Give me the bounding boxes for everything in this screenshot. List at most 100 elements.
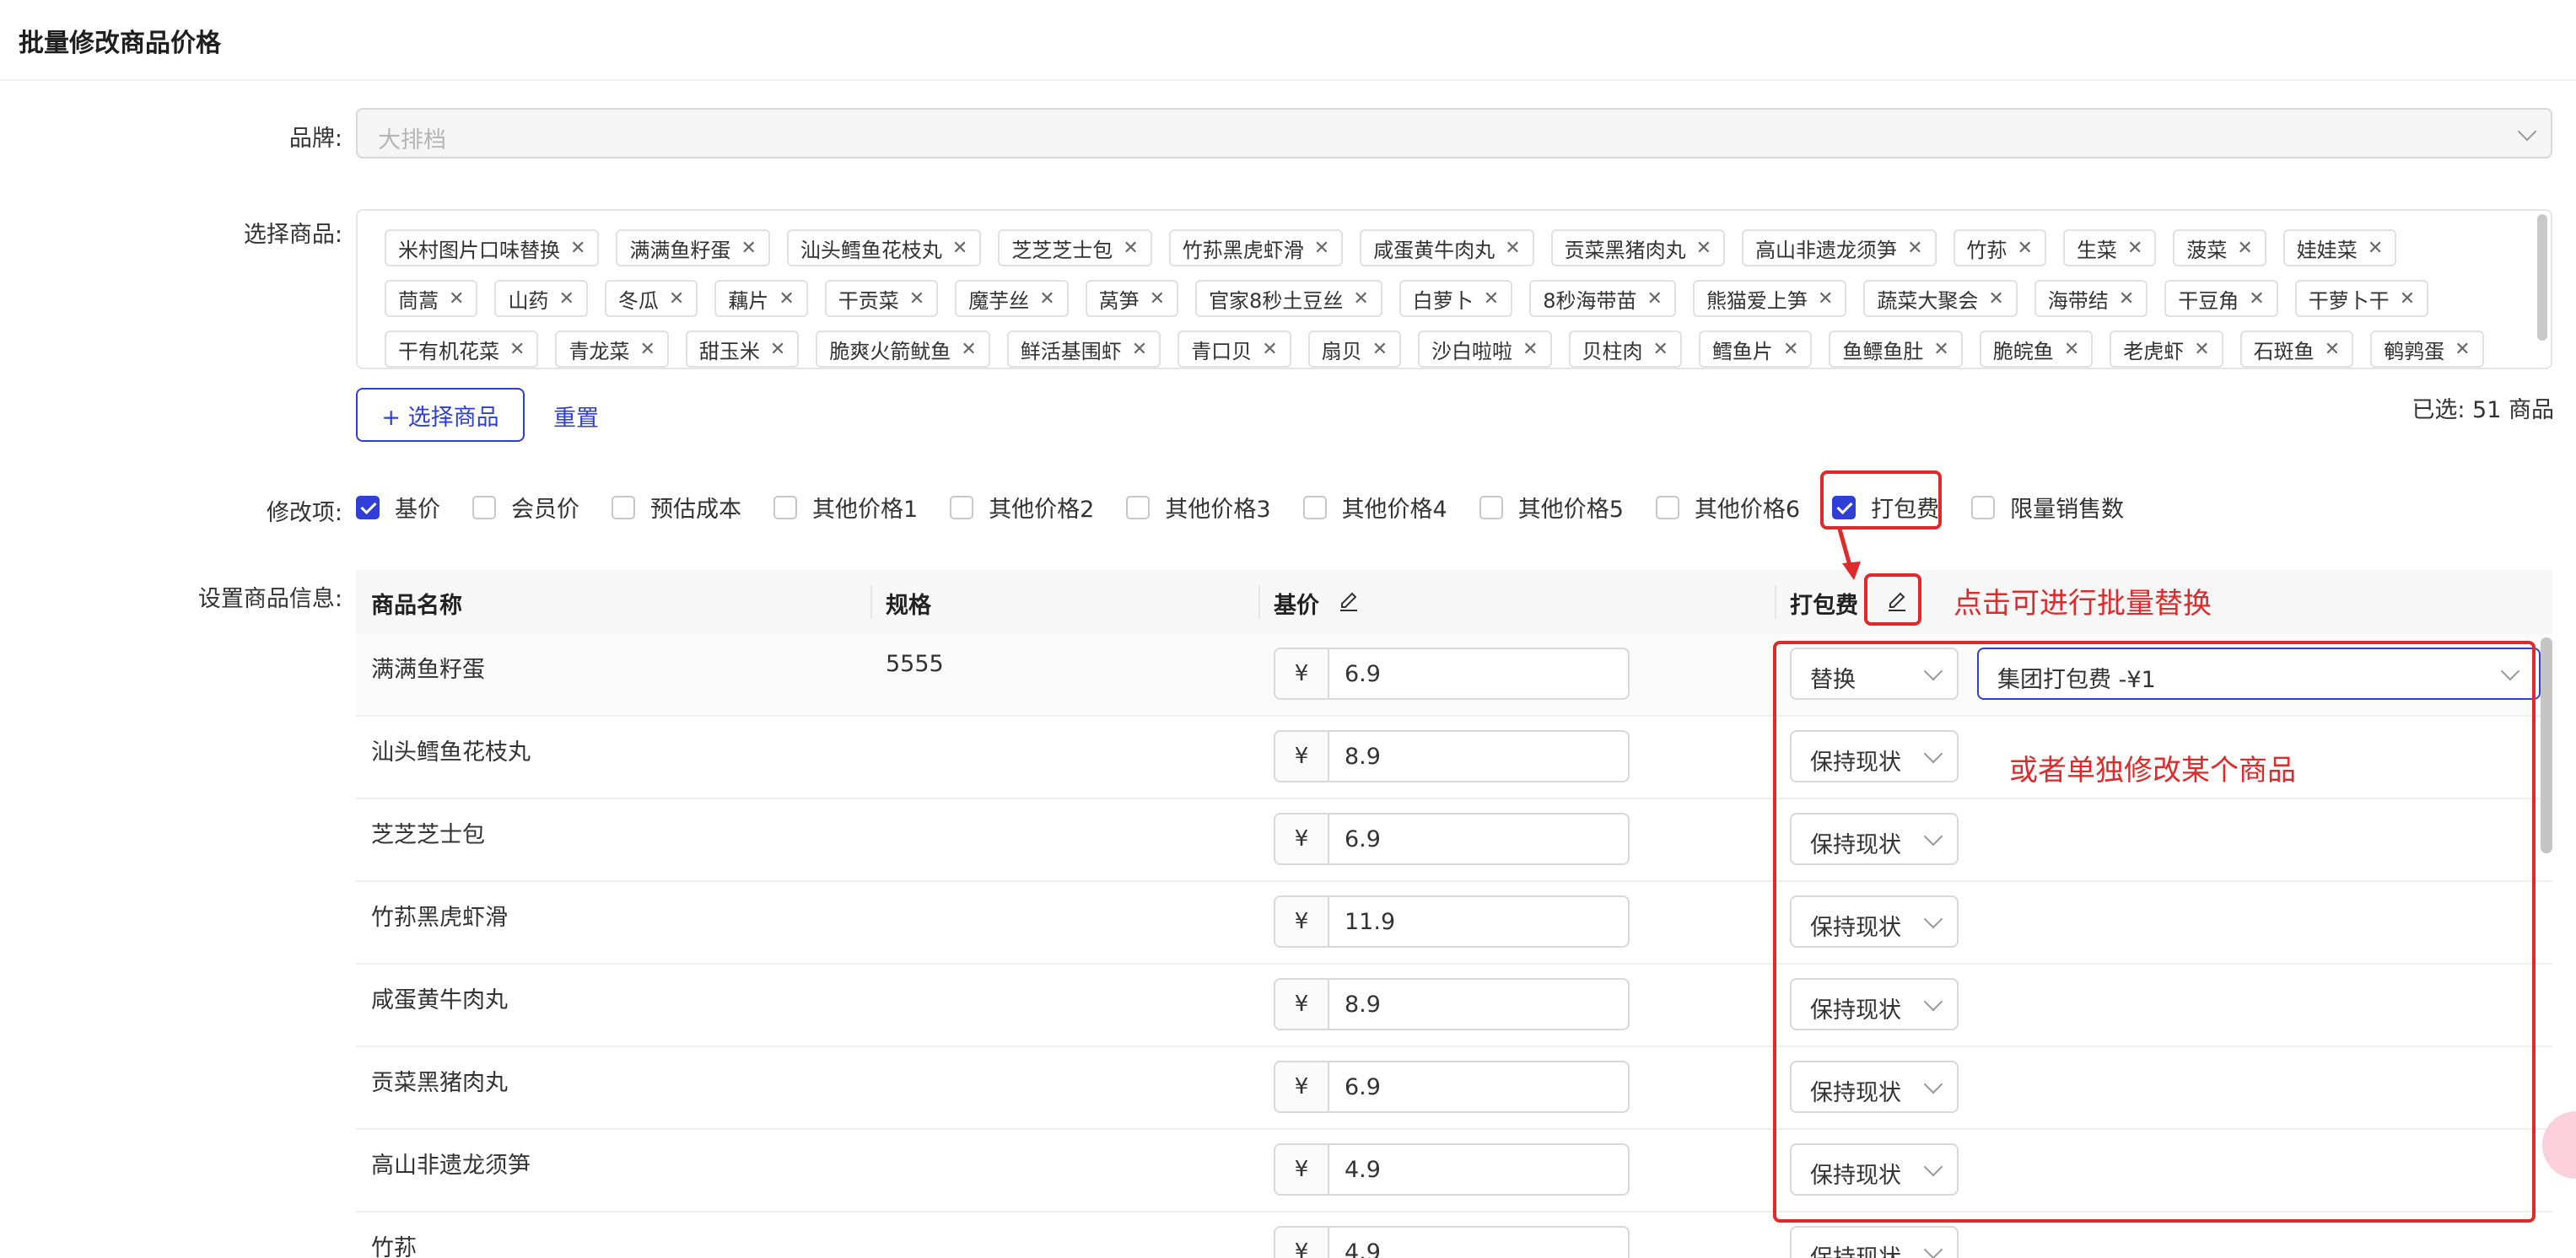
modify-option[interactable]: 基价 (356, 491, 440, 524)
close-icon[interactable]: ✕ (1372, 339, 1388, 360)
edit-price-icon[interactable] (1336, 589, 1361, 614)
checkbox-icon[interactable] (1479, 495, 1503, 519)
product-tags: 米村图片口味替换 ✕ 满满鱼籽蛋 ✕ 汕头鳕鱼花枝丸 ✕ 芝芝芝士包 ✕ 竹荪黑虎虾滑 ✕ 咸蛋黄牛… (385, 229, 2510, 368)
product-name: 满满鱼籽蛋 (371, 657, 485, 683)
close-icon[interactable]: ✕ (1123, 238, 1138, 259)
product-name: 芝芝芝士包 (371, 822, 485, 848)
product-tag: 海带结 ✕ (2034, 280, 2148, 317)
product-tag: 干贡菜 ✕ (824, 280, 939, 317)
modify-option[interactable]: 限量销售数 (1971, 491, 2124, 524)
price-input[interactable]: ¥6.9 (1274, 1061, 1630, 1113)
product-tag: 娃娃菜 ✕ (2282, 229, 2397, 266)
price-input[interactable]: ¥6.9 (1274, 648, 1630, 700)
close-icon[interactable]: ✕ (1314, 238, 1329, 259)
close-icon[interactable]: ✕ (2064, 339, 2079, 360)
product-tag-label: 竹荪 (1966, 238, 2007, 262)
product-tag-label: 山药 (508, 288, 549, 313)
modify-option[interactable]: 会员价 (472, 491, 579, 524)
close-icon[interactable]: ✕ (2119, 288, 2134, 309)
close-icon[interactable]: ✕ (1505, 238, 1520, 259)
close-icon[interactable]: ✕ (1783, 339, 1798, 360)
close-icon[interactable]: ✕ (1653, 339, 1668, 360)
close-icon[interactable]: ✕ (1522, 339, 1538, 360)
checkbox-checked-icon[interactable] (356, 495, 380, 519)
close-icon[interactable]: ✕ (961, 339, 976, 360)
close-icon[interactable]: ✕ (1132, 339, 1147, 360)
close-icon[interactable]: ✕ (1150, 288, 1165, 309)
close-icon[interactable]: ✕ (2325, 339, 2340, 360)
close-icon[interactable]: ✕ (1262, 339, 1277, 360)
close-icon[interactable]: ✕ (1933, 339, 1948, 360)
price-input[interactable]: ¥8.9 (1274, 730, 1630, 782)
price-input[interactable]: ¥8.9 (1274, 978, 1630, 1030)
modify-option[interactable]: 其他价格5 (1479, 491, 1624, 524)
close-icon[interactable]: ✕ (449, 288, 464, 309)
close-icon[interactable]: ✕ (1484, 288, 1499, 309)
close-icon[interactable]: ✕ (2127, 238, 2142, 259)
close-icon[interactable]: ✕ (779, 288, 794, 309)
table-header: 商品名称 规格 基价 打包费 (356, 570, 2552, 634)
product-tag-area[interactable]: 米村图片口味替换 ✕ 满满鱼籽蛋 ✕ 汕头鳕鱼花枝丸 ✕ 芝芝芝士包 ✕ 竹荪黑虎虾滑 ✕ 咸蛋黄牛… (356, 209, 2552, 369)
close-icon[interactable]: ✕ (909, 288, 924, 309)
checkbox-icon[interactable] (1126, 495, 1151, 519)
close-icon[interactable]: ✕ (952, 238, 967, 259)
close-icon[interactable]: ✕ (509, 339, 525, 360)
close-icon[interactable]: ✕ (1818, 288, 1833, 309)
close-icon[interactable]: ✕ (669, 288, 684, 309)
close-icon[interactable]: ✕ (2455, 339, 2470, 360)
close-icon[interactable]: ✕ (1907, 238, 1922, 259)
product-tag: 咸蛋黄牛肉丸 ✕ (1360, 229, 1534, 266)
close-icon[interactable]: ✕ (1353, 288, 1368, 309)
checkbox-icon[interactable] (1302, 495, 1327, 519)
price-input[interactable]: ¥6.9 (1274, 813, 1630, 865)
close-icon[interactable]: ✕ (770, 339, 785, 360)
close-icon[interactable]: ✕ (570, 238, 585, 259)
close-icon[interactable]: ✕ (2018, 238, 2033, 259)
price-input[interactable]: ¥4.9 (1274, 1143, 1630, 1196)
close-icon[interactable]: ✕ (2194, 339, 2209, 360)
product-tag-label: 菠菜 (2186, 238, 2228, 262)
product-tag: 鱼鳔鱼肚 ✕ (1829, 331, 1963, 368)
product-tag-label: 熊猫爱上笋 (1706, 288, 1808, 313)
packing-mode-select[interactable]: 保持现状 (1790, 1226, 1959, 1258)
checkbox-icon[interactable] (1971, 495, 1996, 519)
close-icon[interactable]: ✕ (1039, 288, 1054, 309)
tag-area-scrollbar[interactable] (2537, 214, 2547, 341)
price-input[interactable]: ¥11.9 (1274, 895, 1630, 948)
price-value: 11.9 (1345, 909, 1396, 935)
price-input[interactable]: ¥4.9 (1274, 1226, 1630, 1258)
close-icon[interactable]: ✕ (2237, 238, 2252, 259)
close-icon[interactable]: ✕ (1988, 288, 2003, 309)
checkbox-icon[interactable] (950, 495, 974, 519)
checkbox-icon[interactable] (612, 495, 635, 519)
reset-button[interactable]: 重置 (553, 400, 599, 433)
close-icon[interactable]: ✕ (558, 288, 574, 309)
brand-select[interactable]: 大排档 (356, 108, 2552, 159)
select-products-button[interactable]: + 选择商品 (356, 388, 525, 442)
checkbox-icon[interactable] (1655, 495, 1679, 519)
price-value: 4.9 (1345, 1239, 1381, 1258)
close-icon[interactable]: ✕ (741, 238, 756, 259)
modify-option[interactable]: 其他价格1 (773, 491, 918, 524)
modify-option[interactable]: 预估成本 (612, 491, 741, 524)
modify-option[interactable]: 其他价格4 (1302, 491, 1447, 524)
close-icon[interactable]: ✕ (1696, 238, 1711, 259)
close-icon[interactable]: ✕ (2400, 288, 2415, 309)
close-icon[interactable]: ✕ (2249, 288, 2264, 309)
header-divider (0, 79, 2576, 81)
column-packing: 打包费 (1790, 593, 1858, 619)
modify-option[interactable]: 其他价格3 (1126, 491, 1271, 524)
product-tag-label: 芝芝芝士包 (1011, 238, 1113, 262)
close-icon[interactable]: ✕ (1647, 288, 1663, 309)
product-tag-label: 鱼鳔鱼肚 (1842, 339, 1924, 363)
modify-option[interactable]: 其他价格2 (950, 491, 1094, 524)
modify-option[interactable]: 其他价格6 (1655, 491, 1800, 524)
selected-count: 已选: 51 商品 (2412, 397, 2554, 423)
close-icon[interactable]: ✕ (2368, 238, 2383, 259)
close-icon[interactable]: ✕ (639, 339, 655, 360)
price-value: 6.9 (1345, 1074, 1381, 1100)
table-scrollbar[interactable] (2541, 637, 2552, 853)
checkbox-icon[interactable] (472, 495, 496, 519)
modify-option-label: 其他价格5 (1517, 497, 1624, 523)
checkbox-icon[interactable] (773, 495, 797, 519)
